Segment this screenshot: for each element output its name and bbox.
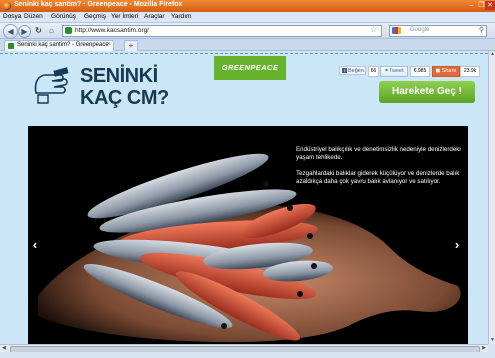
share-count: 23.9k xyxy=(460,66,480,77)
home-icon: ⌂ xyxy=(49,26,54,35)
arrow-right-icon: ▶ xyxy=(21,27,28,36)
url-text[interactable]: http://www.kacsantim.org/ xyxy=(75,27,149,34)
tab-favicon-icon xyxy=(8,43,14,49)
url-bar[interactable]: http://www.kacsantim.org/ xyxy=(62,25,382,37)
arrow-left-icon: ◀ xyxy=(7,27,14,36)
forward-button[interactable]: ▶ xyxy=(18,25,31,38)
back-button[interactable]: ◀ xyxy=(3,24,18,39)
measuring-hand-icon xyxy=(34,67,69,104)
window-titlebar: Seninki kaç santim? · Greenpeace - Mozil… xyxy=(0,0,495,12)
chevron-right-icon: › xyxy=(454,237,460,252)
scroll-down-icon[interactable]: ▼ xyxy=(489,337,495,344)
facebook-like-label: Beğen xyxy=(348,68,364,74)
headline-line1: SENİNKİ xyxy=(80,65,158,87)
tab-active[interactable]: Seninki kaç santim? - Greenpeace × xyxy=(4,40,114,51)
share-button[interactable]: ◼ Share xyxy=(432,66,460,77)
headline-line2: KAÇ CM? xyxy=(80,87,169,109)
window-title: Seninki kaç santim? · Greenpeace - Mozil… xyxy=(14,1,183,8)
page-content: SENİNKİ KAÇ CM? GREENPEACE f Beğen 66 ✦Tw… xyxy=(0,51,488,344)
menu-bookmarks[interactable]: Yer İmleri xyxy=(111,13,138,20)
caption-paragraph-2: Tezgahlardaki balıklar giderek küçülüyor… xyxy=(296,170,460,185)
tweet-button[interactable]: ✦Tweet xyxy=(380,66,408,77)
greenpeace-logo[interactable]: GREENPEACE xyxy=(214,56,286,80)
tab-bar: Seninki kaç santim? - Greenpeace × + xyxy=(0,39,495,52)
slide-caption: Endüstriyel balıkçılık ve denetimsizlik … xyxy=(296,146,464,194)
search-icon[interactable]: ⚲ xyxy=(479,26,484,34)
scroll-right-icon[interactable]: ▶ xyxy=(482,345,486,351)
site-favicon-icon xyxy=(65,27,72,34)
navigation-bar: ◀ ▶ ↻ ⌂ http://www.kacsantim.org/ ☆ Goog… xyxy=(0,23,495,39)
next-slide-button[interactable]: › xyxy=(450,235,464,255)
reload-icon: ↻ xyxy=(35,26,42,35)
divider xyxy=(0,53,488,54)
tweet-label: Tweet xyxy=(388,68,404,74)
chevron-left-icon: ‹ xyxy=(32,237,38,252)
search-box[interactable]: Google ⚲ xyxy=(389,25,487,37)
close-button[interactable]: ✕ xyxy=(485,1,495,10)
tab-label: Seninki kaç santim? - Greenpeace xyxy=(17,42,109,48)
take-action-button[interactable]: Harekete Geç ! xyxy=(379,81,475,103)
menu-bar: Dosya Düzen Görünüş Geçmiş Yer İmleri Ar… xyxy=(0,12,495,23)
scroll-left-icon[interactable]: ◀ xyxy=(2,345,6,351)
scroll-up-icon[interactable]: ▲ xyxy=(489,51,495,58)
menu-help[interactable]: Yardım xyxy=(171,13,191,20)
menu-view[interactable]: Görünüş xyxy=(51,13,76,20)
menu-file[interactable]: Dosya xyxy=(3,13,21,20)
status-bar xyxy=(0,352,495,358)
menu-history[interactable]: Geçmiş xyxy=(84,13,106,20)
tweet-count: 6,985 xyxy=(410,66,430,77)
search-placeholder: Google xyxy=(410,27,430,33)
menu-edit[interactable]: Düzen xyxy=(24,13,43,20)
facebook-like-button[interactable]: f Beğen xyxy=(339,66,366,75)
reload-button[interactable]: ↻ xyxy=(33,25,44,36)
share-label: Share xyxy=(441,68,457,74)
google-icon[interactable] xyxy=(392,27,401,34)
previous-slide-button[interactable]: ‹ xyxy=(28,235,42,255)
bookmark-star-icon[interactable]: ☆ xyxy=(370,25,377,34)
caption-paragraph-1: Endüstriyel balıkçılık ve denetimsizlik … xyxy=(296,146,461,161)
vertical-scrollbar[interactable]: ▲ ▼ xyxy=(488,51,495,344)
menu-tools[interactable]: Araçlar xyxy=(144,13,165,20)
facebook-icon: f xyxy=(342,68,347,73)
facebook-like-count: 66 xyxy=(368,66,379,77)
home-button[interactable]: ⌂ xyxy=(46,25,57,36)
firefox-icon xyxy=(3,2,11,10)
tab-close-icon[interactable]: × xyxy=(107,41,111,48)
